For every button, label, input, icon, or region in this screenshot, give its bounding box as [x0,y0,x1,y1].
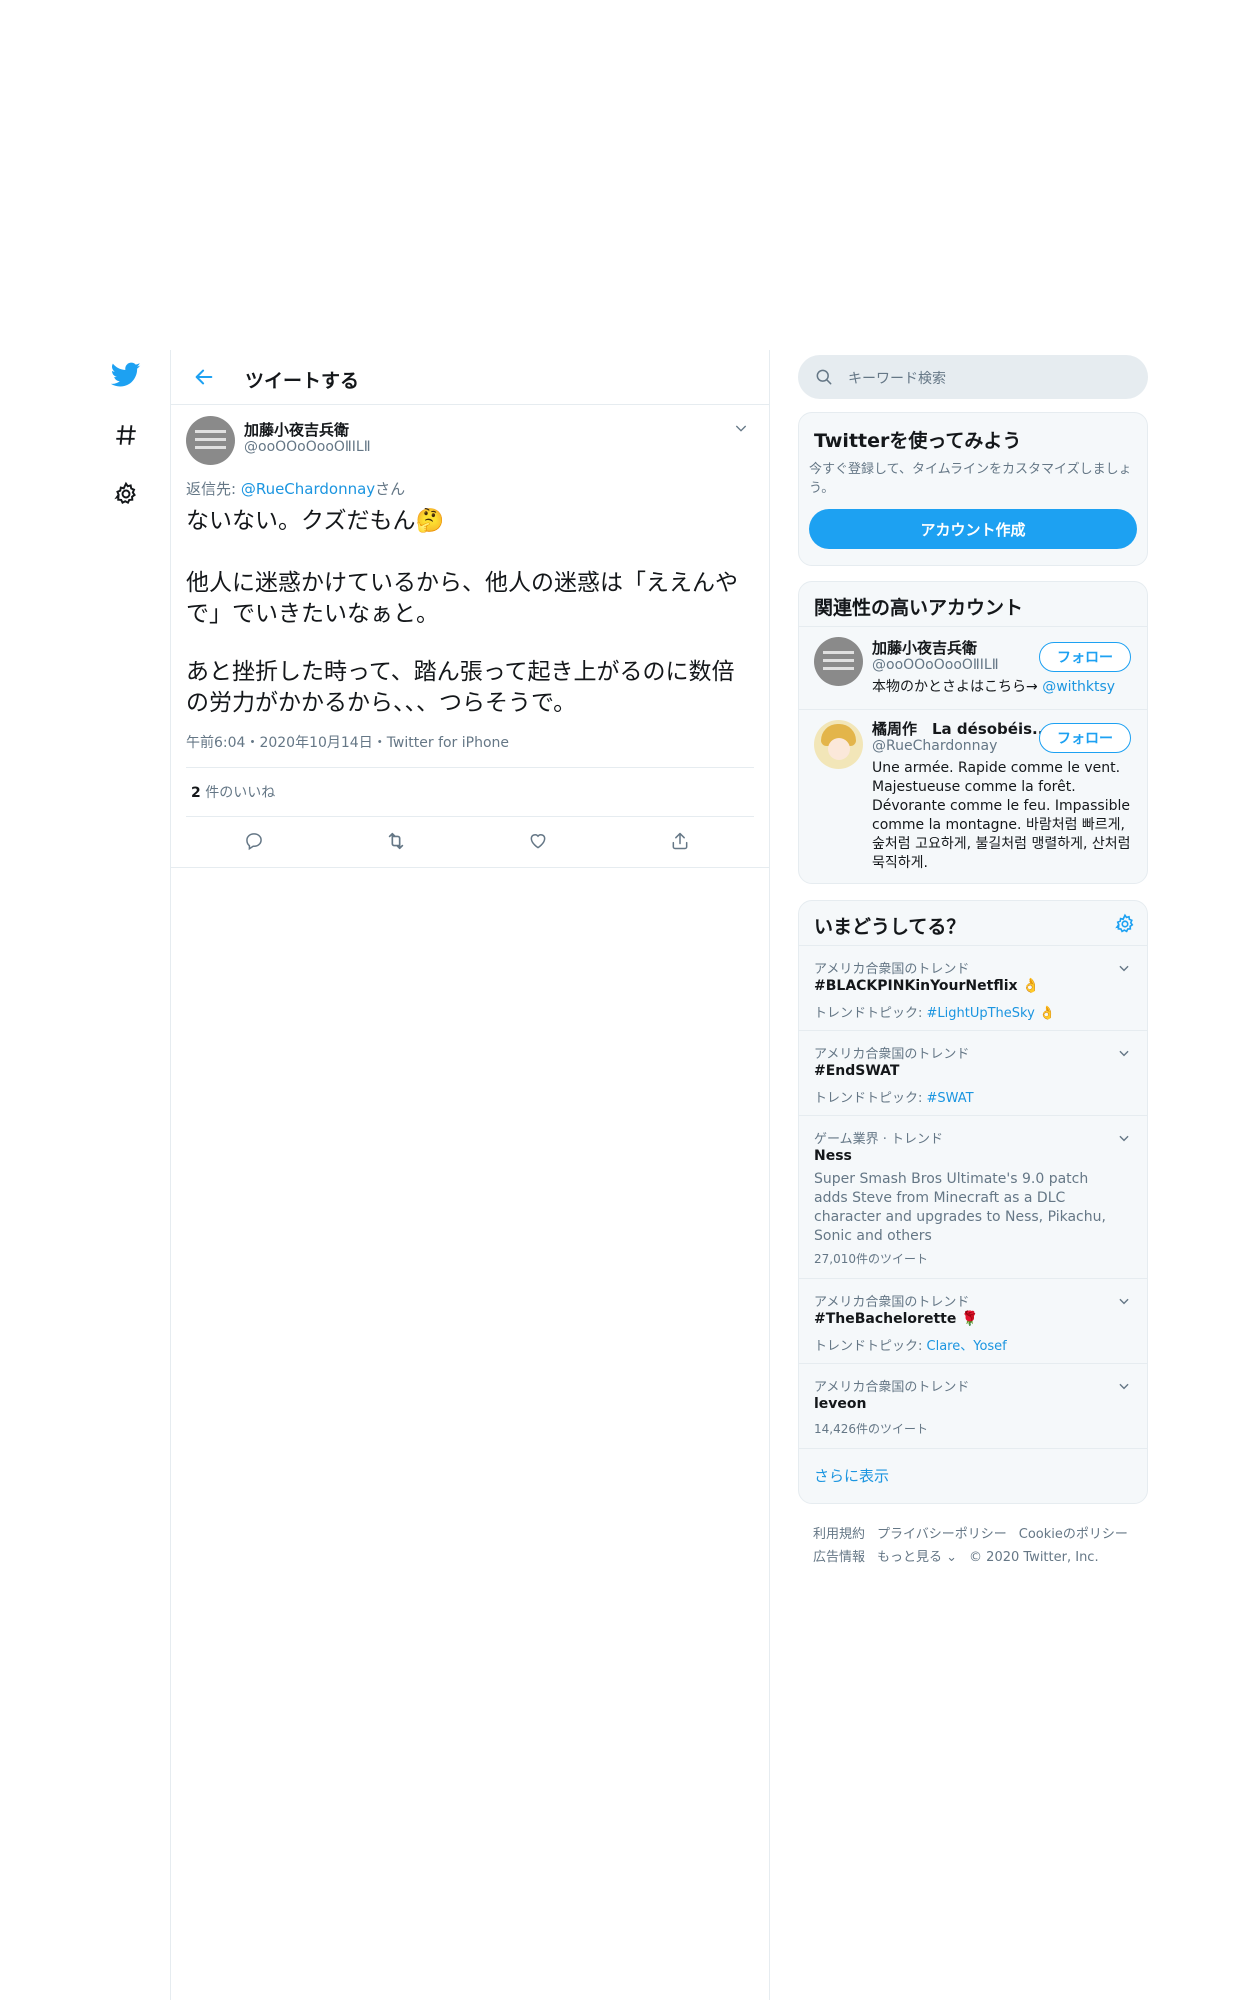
trends-title: いまどうしてる？ [814,916,966,938]
trend-topic: トレンドトピック: #LightUpTheSky 👌 [814,1002,1055,1021]
tweet-text-para2: 他人に迷惑かけているから、他人の迷惑は「ええんやで」でいきたいなぁと。 [186,570,738,627]
footer-link-terms[interactable]: 利用規約 [813,1527,865,1542]
tweet-timestamp[interactable]: 午前6:04・2020年10月14日・Twitter for iPhone [186,732,509,752]
trend-item[interactable]: アメリカ合衆国のトレンド leveon 14,426件のツイート [799,1363,1147,1448]
trend-context: アメリカ合衆国のトレンド [814,1380,970,1395]
show-more-link[interactable]: さらに表示 [814,1465,889,1486]
trend-name: #BLACKPINKinYourNetflix 👌 [814,978,1040,994]
account-name[interactable]: 橘周作 La désobéis... [872,718,1049,739]
account-bio: 本物のかとさよはこちら→ @withktsy [872,678,1147,697]
trend-name: leveon [814,1396,867,1412]
footer-link-cookies[interactable]: Cookieのポリシー [1019,1527,1128,1542]
chevron-down-icon[interactable] [733,420,749,440]
trend-topic-link[interactable]: #LightUpTheSky 👌 [927,1006,1056,1021]
divider [186,816,754,817]
account-handle[interactable]: @ooOOoOooOⅡⅠⅬⅡ [872,657,999,673]
chevron-down-icon[interactable] [1117,1293,1131,1312]
related-title: 関連性の高いアカウント [814,597,1024,619]
page-title: ツイートする [245,370,360,392]
share-icon[interactable] [667,828,693,854]
avatar[interactable] [814,637,863,686]
trend-topic-link[interactable]: #SWAT [927,1091,974,1106]
footer-links: 利用規約 プライバシーポリシー Cookieのポリシー [813,1523,1140,1542]
trend-item[interactable]: アメリカ合衆国のトレンド #EndSWAT トレンドトピック: #SWAT [799,1030,1147,1115]
gear-icon[interactable] [1114,913,1136,939]
trends-card: いまどうしてる？ アメリカ合衆国のトレンド #BLACKPINKinYourNe… [798,900,1148,1504]
tweet-text-para3: あと挫折した時って、踏ん張って起き上がるのに数倍の労力がかかるから、、、つらそう… [186,659,735,716]
show-more-row: さらに表示 [799,1448,1147,1503]
chevron-down-icon[interactable] [1117,960,1131,979]
trend-topic: トレンドトピック: Clare、Yosef [814,1335,1007,1354]
trend-topic-link[interactable]: Clare、Yosef [927,1339,1007,1354]
back-arrow-icon[interactable] [189,362,219,392]
account-handle[interactable]: @RueChardonnay [872,738,997,754]
main-column: ツイートする 加藤小夜吉兵衛 @ooOOoOooOⅡⅠⅬⅡ 返信先: @RueC… [170,350,770,2000]
reply-suffix: さん [375,480,406,498]
footer-links: 広告情報 もっと見る ⌄ © 2020 Twitter, Inc. [813,1546,1111,1565]
likes-label: 件のいいね [200,785,276,801]
create-account-button[interactable]: アカウント作成 [809,509,1137,549]
footer-link-ads[interactable]: 広告情報 [813,1550,865,1565]
trend-name: Ness [814,1148,852,1164]
chevron-down-icon[interactable] [1117,1378,1131,1397]
tweet: 加藤小夜吉兵衛 @ooOOoOooOⅡⅠⅬⅡ 返信先: @RueChardonn… [171,406,769,868]
related-accounts-card: 関連性の高いアカウント 加藤小夜吉兵衛 @ooOOoOooOⅡⅠⅬⅡ 本物のかと… [798,581,1148,884]
trend-context: ゲーム業界 · トレンド [814,1132,944,1147]
follow-button[interactable]: フォロー [1039,723,1131,753]
trend-context: アメリカ合衆国のトレンド [814,962,970,977]
retweet-icon[interactable] [383,828,409,854]
likes-count[interactable]: 2 件のいいね [191,782,275,802]
likes-number: 2 [191,785,201,801]
trend-count: 14,426件のツイート [814,1422,928,1436]
trend-item[interactable]: アメリカ合衆国のトレンド #BLACKPINKinYourNetflix 👌 ト… [799,945,1147,1030]
trend-topic-label: トレンドトピック: [814,1006,927,1021]
follow-button[interactable]: フォロー [1039,642,1131,672]
trend-item[interactable]: ゲーム業界 · トレンド Ness Super Smash Bros Ultim… [799,1115,1147,1278]
trend-item[interactable]: アメリカ合衆国のトレンド #TheBachelorette 🌹 トレンドトピック… [799,1278,1147,1363]
signup-title: Twitterを使ってみよう [814,430,1022,452]
search-icon [814,367,834,391]
reply-prefix: 返信先: [186,480,241,498]
avatar[interactable] [814,720,863,769]
trend-description: Super Smash Bros Ultimate's 9.0 patch ad… [814,1171,1106,1244]
reply-mention-link[interactable]: @RueChardonnay [241,480,375,498]
search-input[interactable]: キーワード検索 [798,355,1148,399]
trend-count: 27,010件のツイート [814,1252,928,1266]
avatar[interactable] [186,416,235,465]
trend-topic: トレンドトピック: #SWAT [814,1087,974,1106]
hashtag-icon[interactable] [109,418,143,452]
account-name[interactable]: 加藤小夜吉兵衛 [872,637,977,658]
account-item[interactable]: 橘周作 La désobéis... @RueChardonnay Une ar… [799,709,1147,883]
reply-to: 返信先: @RueChardonnayさん [186,478,405,499]
trend-topic-label: トレンドトピック: [814,1339,927,1354]
twitter-logo-icon[interactable] [109,358,143,392]
author-name[interactable]: 加藤小夜吉兵衛 [244,419,349,440]
account-item[interactable]: 加藤小夜吉兵衛 @ooOOoOooOⅡⅠⅬⅡ 本物のかとさよはこちら→ @wit… [799,626,1147,709]
trend-context: アメリカ合衆国のトレンド [814,1295,970,1310]
chevron-down-icon[interactable] [1117,1130,1131,1149]
tweet-text-line1: ないない。クズだもん🤔 [186,508,445,534]
page-header: ツイートする [171,350,769,405]
trend-name: #EndSWAT [814,1063,900,1079]
trend-context: アメリカ合衆国のトレンド [814,1047,970,1062]
footer-copyright: © 2020 Twitter, Inc. [969,1550,1099,1565]
footer-link-privacy[interactable]: プライバシーポリシー [877,1527,1007,1542]
chevron-down-icon[interactable] [1117,1045,1131,1064]
bio-mention-link[interactable]: @withktsy [1042,679,1115,695]
gear-icon[interactable] [109,477,143,511]
divider [186,767,754,768]
reply-icon[interactable] [241,828,267,854]
account-bio: Une armée. Rapide comme le vent. Majestu… [872,760,1131,871]
author-handle[interactable]: @ooOOoOooOⅡⅠⅬⅡ [244,439,371,455]
account-bio-text: 本物のかとさよはこちら→ [872,679,1043,695]
like-icon[interactable] [525,828,551,854]
signup-card: Twitterを使ってみよう 今すぐ登録して、タイムラインをカスタマイズしましょ… [798,412,1148,566]
footer-link-more[interactable]: もっと見る ⌄ [877,1550,957,1565]
trend-topic-label: トレンドトピック: [814,1091,927,1106]
signup-description: 今すぐ登録して、タイムラインをカスタマイズしましょう。 [809,462,1132,496]
search-placeholder: キーワード検索 [848,371,946,387]
trend-name: #TheBachelorette 🌹 [814,1311,979,1327]
